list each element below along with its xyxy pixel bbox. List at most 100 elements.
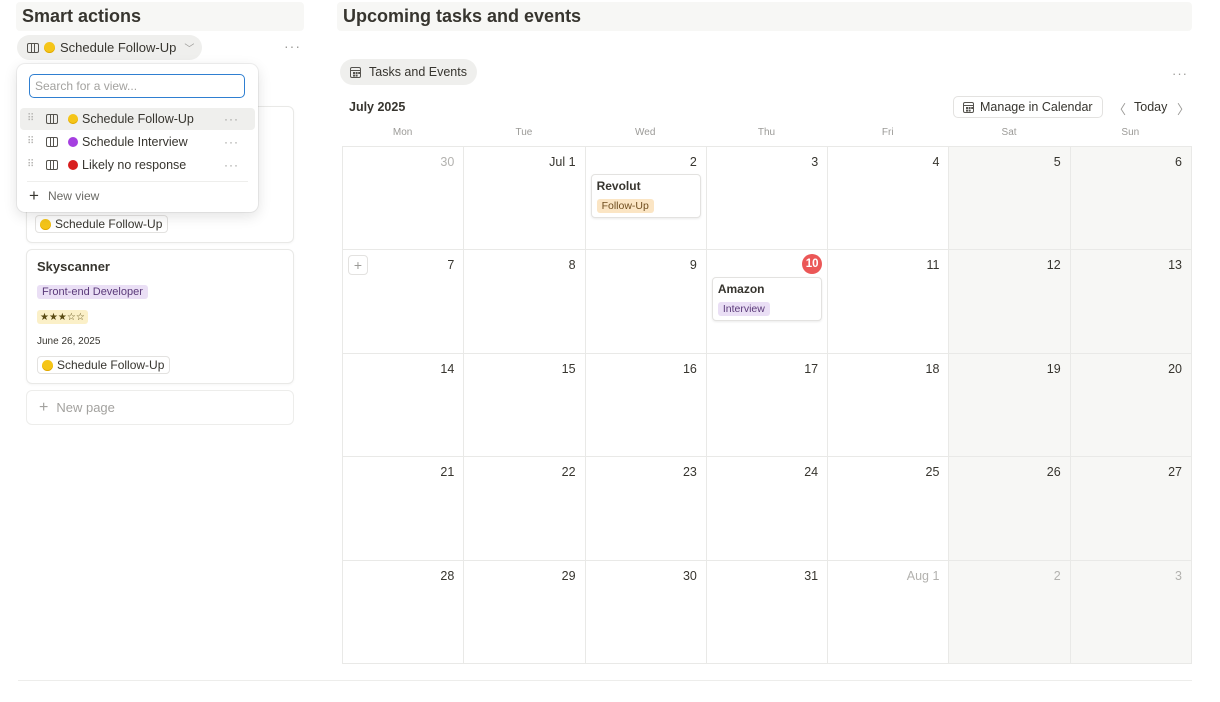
day-number: 15 — [561, 361, 576, 376]
drag-handle-icon[interactable]: ⠿ — [27, 160, 37, 170]
day-number: 13 — [1168, 258, 1182, 273]
day-number: 14 — [440, 361, 455, 376]
yellow-circle-icon — [40, 218, 51, 230]
calendar-day-cell[interactable]: 17 — [706, 353, 829, 458]
view-switcher-button[interactable]: Schedule Follow-Up ﹀ — [17, 35, 203, 60]
weekday-label: Sun — [1121, 127, 1140, 138]
calendar-day-cell[interactable]: 27 — [1070, 457, 1192, 561]
event-tag: Interview — [717, 302, 770, 317]
calendar-day-cell[interactable]: 2 — [949, 560, 1071, 664]
drag-handle-icon[interactable]: ⠿ — [27, 137, 37, 147]
event-tag: Follow-Up — [596, 199, 654, 213]
calendar-day-cell[interactable]: 18 — [828, 353, 950, 458]
day-number: 27 — [1168, 465, 1182, 480]
calendar-day-cell[interactable]: 10 Amazon Interview — [706, 250, 829, 354]
today-day-number: 10 — [802, 254, 823, 275]
calendar-day-cell[interactable]: Aug 1 — [828, 560, 950, 664]
calendar-more-options-button[interactable]: ··· — [1172, 66, 1188, 81]
add-event-button[interactable]: + — [348, 255, 368, 276]
calendar-app-icon — [963, 101, 974, 113]
calendar-day-cell[interactable]: Jul 1 — [464, 147, 586, 251]
calendar-day-cell[interactable]: 8 — [464, 250, 586, 354]
chevron-right-icon[interactable]: 〉 — [1177, 99, 1190, 118]
view-item-schedule-follow-up[interactable]: ⠿ Schedule Follow-Up ··· — [20, 108, 255, 130]
calendar-day-cell[interactable]: 30 — [585, 560, 707, 664]
calendar-day-cell[interactable]: 3 — [706, 147, 829, 251]
view-item-likely-no-response[interactable]: ⠿ Likely no response ··· — [20, 154, 255, 176]
calendar-day-cell[interactable]: 11 — [828, 250, 950, 354]
section-divider — [18, 680, 1192, 681]
view-search-input[interactable] — [29, 74, 245, 98]
calendar-day-cell[interactable]: 25 — [828, 457, 950, 561]
day-number: Aug 1 — [906, 568, 940, 583]
day-number: 5 — [1053, 155, 1061, 169]
calendar-day-cell[interactable]: 19 — [949, 353, 1071, 458]
new-view-label: New view — [47, 189, 100, 203]
view-switcher-label: Schedule Follow-Up — [60, 40, 177, 55]
status-pill[interactable]: Schedule Follow-Up — [35, 215, 169, 233]
chevron-left-icon[interactable]: 〈 — [1113, 99, 1126, 118]
purple-circle-icon — [68, 137, 78, 147]
calendar-day-cell[interactable]: 28 — [343, 560, 465, 664]
calendar-day-cell[interactable]: 31 — [706, 560, 829, 664]
day-number: 4 — [932, 155, 940, 169]
left-more-options-button[interactable]: ··· — [284, 39, 301, 53]
calendar-day-cell[interactable]: 21 — [343, 457, 465, 561]
calendar-day-cell[interactable]: 29 — [464, 560, 586, 664]
view-item-label: Schedule Follow-Up — [82, 112, 194, 126]
new-view-button[interactable]: + New view — [29, 186, 100, 205]
board-card-skyscanner[interactable]: Skyscanner Front-end Developer ★★★☆☆ Jun… — [26, 249, 294, 384]
status-pill[interactable]: Schedule Follow-Up — [37, 356, 171, 374]
yellow-circle-icon — [44, 42, 55, 53]
day-number: 29 — [561, 568, 576, 583]
calendar-day-cell[interactable]: 14 — [343, 353, 465, 458]
plus-icon: + — [39, 398, 49, 416]
calendar-day-cell[interactable]: 22 — [464, 457, 586, 561]
red-circle-icon — [68, 160, 78, 170]
calendar-day-cell[interactable]: 9 — [585, 250, 707, 354]
event-card-amazon[interactable]: Amazon Interview — [711, 277, 823, 322]
calendar-day-cell[interactable]: 30 — [343, 147, 465, 251]
day-number: 12 — [1046, 258, 1061, 273]
day-number: 17 — [804, 361, 819, 376]
dropdown-divider — [27, 181, 248, 182]
event-card-revolut[interactable]: Revolut Follow-Up — [590, 174, 701, 218]
view-item-more-button[interactable]: ··· — [224, 112, 239, 126]
upcoming-title: Upcoming tasks and events — [337, 2, 1192, 31]
calendar-day-cell[interactable]: 2 Revolut Follow-Up — [585, 147, 707, 251]
calendar-day-cell[interactable]: 26 — [949, 457, 1071, 561]
table-view-icon — [46, 114, 58, 124]
calendar-day-cell[interactable]: 20 — [1070, 353, 1192, 458]
event-title: Amazon — [717, 282, 765, 297]
calendar-day-cell[interactable]: 6 — [1070, 147, 1192, 251]
event-title: Revolut — [596, 179, 641, 193]
today-button[interactable]: Today — [1134, 100, 1167, 114]
view-item-more-button[interactable]: ··· — [224, 135, 239, 149]
weekday-label: Sat — [1001, 127, 1017, 138]
calendar-day-cell[interactable]: 13 — [1070, 250, 1192, 354]
calendar-day-cell[interactable]: 15 — [464, 353, 586, 458]
day-number: 19 — [1046, 361, 1061, 376]
new-page-button[interactable]: + New page — [26, 390, 294, 425]
manage-in-calendar-button[interactable]: Manage in Calendar — [953, 96, 1103, 118]
calendar-day-cell[interactable]: 3 — [1070, 560, 1192, 664]
calendar-day-cell[interactable]: 16 — [585, 353, 707, 458]
day-number: Jul 1 — [549, 155, 576, 169]
table-view-icon — [46, 137, 58, 147]
day-number: 3 — [1175, 568, 1182, 583]
plus-icon: + — [29, 186, 39, 205]
rating-stars: ★★★☆☆ — [37, 310, 88, 324]
calendar-day-cell[interactable]: 23 — [585, 457, 707, 561]
view-item-schedule-interview[interactable]: ⠿ Schedule Interview ··· — [20, 131, 255, 153]
calendar-day-cell[interactable]: 4 — [828, 147, 950, 251]
tab-tasks-and-events[interactable]: Tasks and Events — [340, 59, 477, 85]
drag-handle-icon[interactable]: ⠿ — [27, 114, 37, 124]
weekday-header: Mon Tue Wed Thu Fri Sat Sun — [342, 127, 1191, 138]
calendar-day-cell[interactable]: + 7 — [343, 250, 465, 354]
calendar-day-cell[interactable]: 5 — [949, 147, 1071, 251]
view-item-more-button[interactable]: ··· — [224, 158, 239, 172]
day-number: 30 — [440, 155, 455, 169]
calendar-day-cell[interactable]: 24 — [706, 457, 829, 561]
card-title: Skyscanner — [37, 259, 110, 274]
calendar-day-cell[interactable]: 12 — [949, 250, 1071, 354]
